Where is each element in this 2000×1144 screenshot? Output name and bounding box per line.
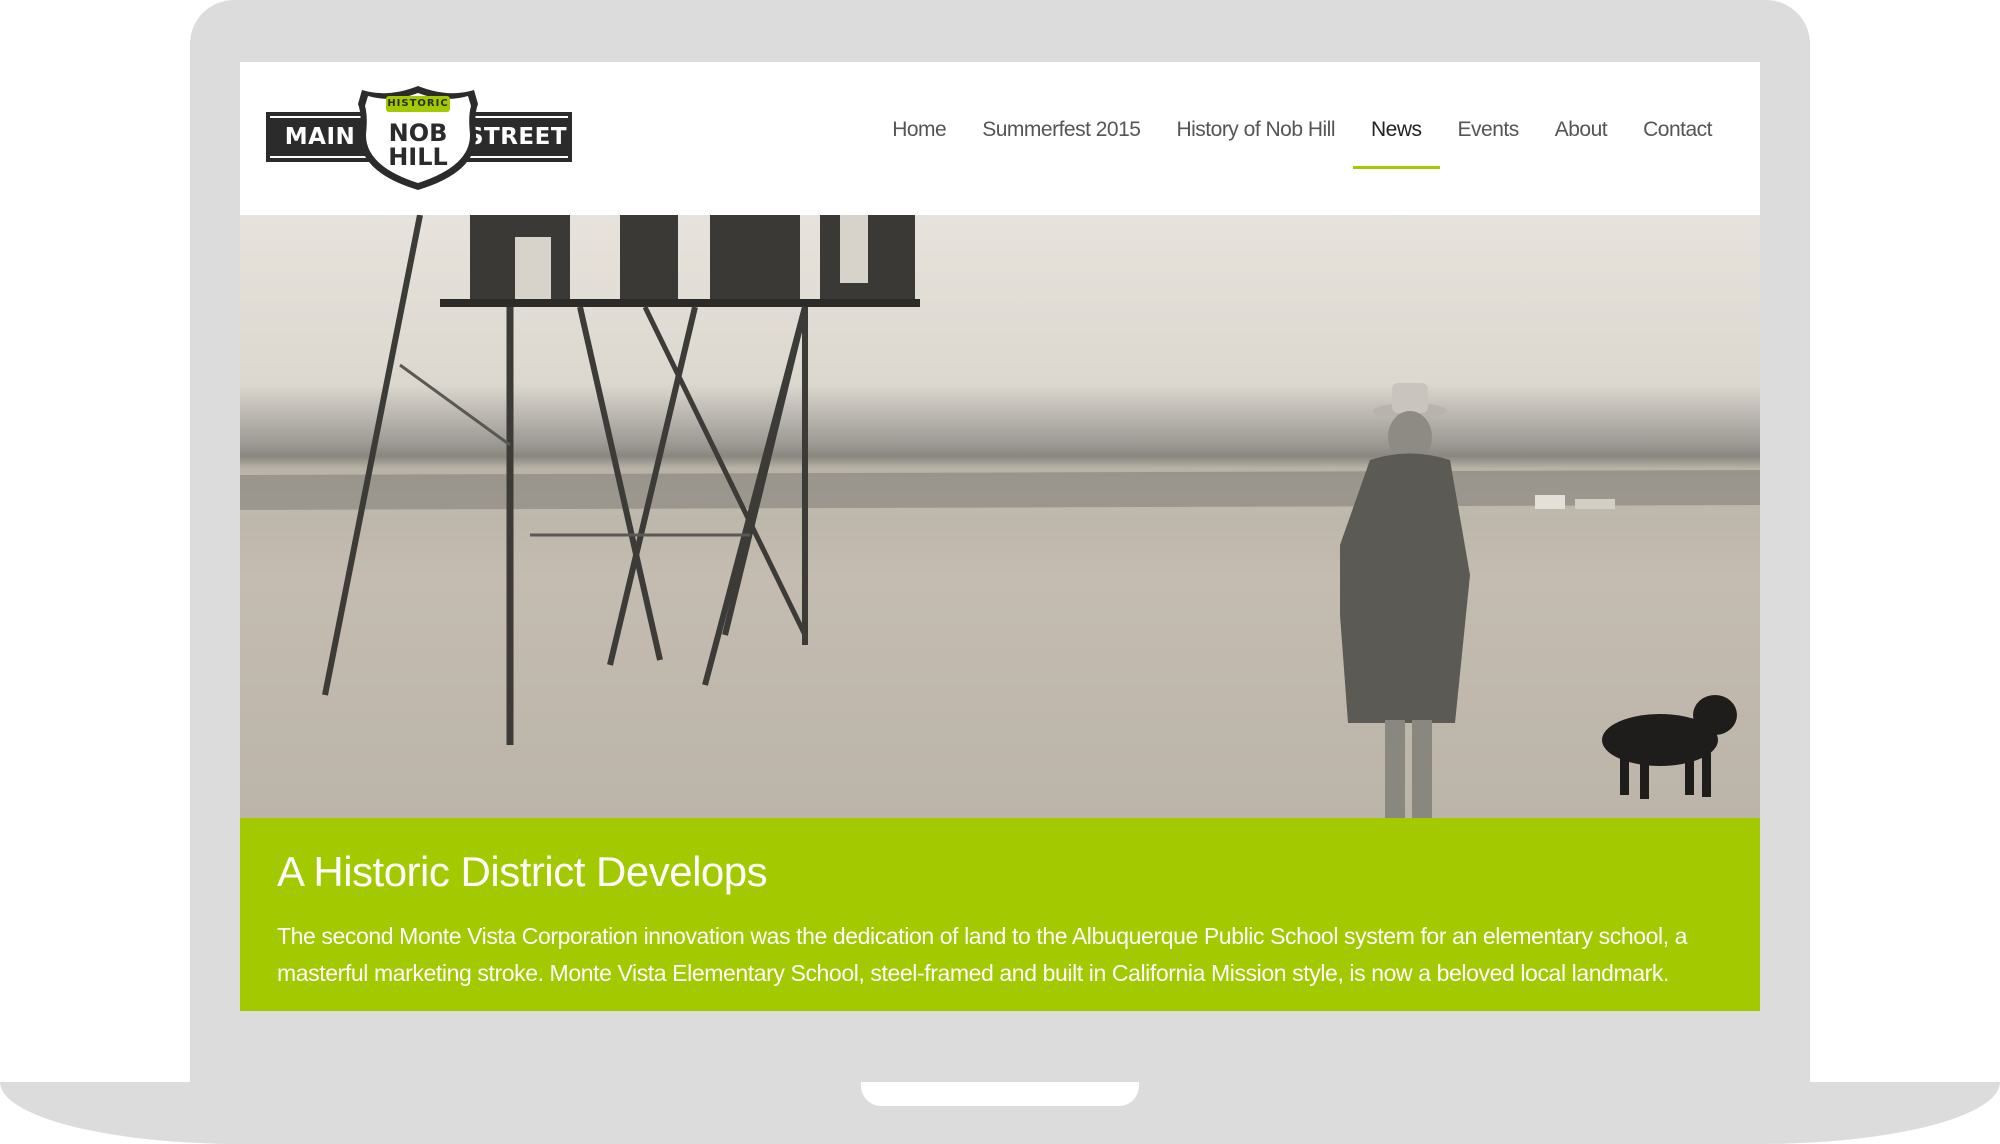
nav-history-of-nob-hill[interactable]: History of Nob Hill bbox=[1158, 116, 1353, 168]
caption-body: The second Monte Vista Corporation innov… bbox=[277, 923, 1688, 986]
nav-contact[interactable]: Contact bbox=[1625, 116, 1730, 168]
nav-home[interactable]: Home bbox=[874, 116, 964, 168]
route-shield-icon: HISTORIC NOB HILL bbox=[354, 84, 482, 192]
logo-shield-top: HISTORIC bbox=[387, 98, 449, 109]
caption-title: A Historic District Develops bbox=[277, 848, 768, 895]
nav-about[interactable]: About bbox=[1537, 116, 1625, 168]
logo-shield-line2: HILL bbox=[388, 143, 448, 171]
main-street-nob-hill-logo[interactable]: MAIN STREET HISTORIC NOB HILL bbox=[266, 84, 572, 192]
laptop-notch bbox=[861, 1082, 1139, 1106]
nav-news[interactable]: News bbox=[1353, 116, 1440, 169]
hero-photo-illustration bbox=[240, 215, 1760, 818]
site-header: MAIN STREET HISTORIC NOB HILL Home Summe… bbox=[240, 62, 1760, 215]
website-screen: MAIN STREET HISTORIC NOB HILL Home Summe… bbox=[240, 62, 1760, 1011]
hero-historic-photo bbox=[240, 215, 1760, 818]
nav-events[interactable]: Events bbox=[1440, 116, 1537, 168]
hero-caption: A Historic District Develops The second … bbox=[240, 818, 1760, 1011]
nav-summerfest-2015[interactable]: Summerfest 2015 bbox=[964, 116, 1158, 168]
main-navigation: Home Summerfest 2015 History of Nob Hill… bbox=[874, 116, 1730, 169]
